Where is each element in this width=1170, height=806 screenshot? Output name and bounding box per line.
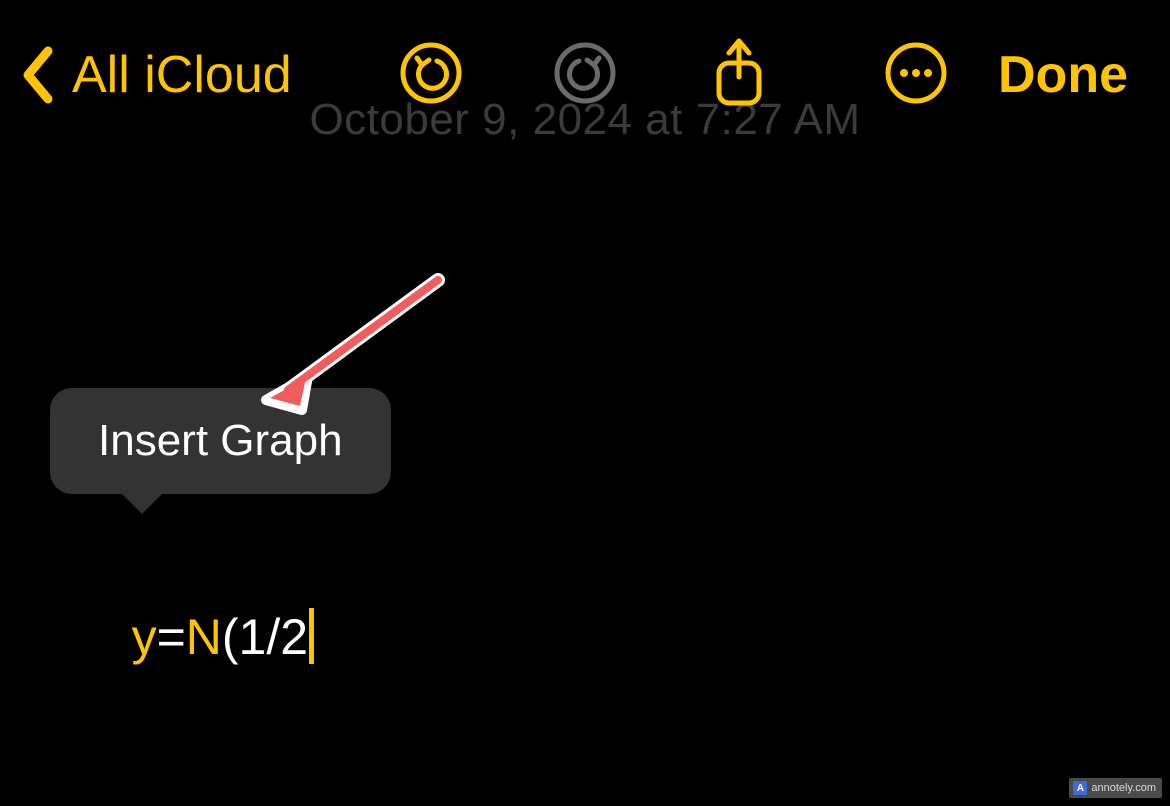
undo-button[interactable] bbox=[399, 43, 463, 107]
ellipsis-circle-icon bbox=[884, 41, 948, 110]
equation-line[interactable]: y=N(1/2 bbox=[76, 550, 314, 724]
more-button[interactable] bbox=[884, 43, 948, 107]
annotely-watermark: A annotely.com bbox=[1069, 778, 1162, 798]
redo-button[interactable] bbox=[553, 43, 617, 107]
undo-icon bbox=[399, 41, 463, 110]
toolbar: All iCloud bbox=[0, 0, 1170, 150]
back-label: All iCloud bbox=[72, 45, 292, 105]
annotely-watermark-text: annotely.com bbox=[1091, 782, 1156, 794]
chevron-left-icon bbox=[18, 43, 58, 107]
partial-line[interactable]: a=2 bbox=[76, 774, 216, 806]
equation-function-N: N bbox=[186, 609, 222, 665]
share-button[interactable] bbox=[707, 43, 771, 107]
toolbar-center-group bbox=[399, 0, 771, 150]
redo-icon bbox=[553, 41, 617, 110]
equation-equals: = bbox=[157, 609, 186, 665]
done-button[interactable]: Done bbox=[998, 45, 1128, 105]
context-menu-label: Insert Graph bbox=[98, 416, 343, 465]
text-cursor bbox=[309, 608, 314, 664]
back-button[interactable]: All iCloud bbox=[18, 43, 292, 107]
annotely-badge-icon: A bbox=[1073, 781, 1087, 795]
equation-rest: (1/2 bbox=[222, 609, 308, 665]
share-icon bbox=[707, 37, 771, 114]
equation-variable-y: y bbox=[132, 609, 157, 665]
context-menu-insert-graph[interactable]: Insert Graph bbox=[50, 388, 391, 494]
toolbar-right-group: Done bbox=[884, 43, 1128, 107]
